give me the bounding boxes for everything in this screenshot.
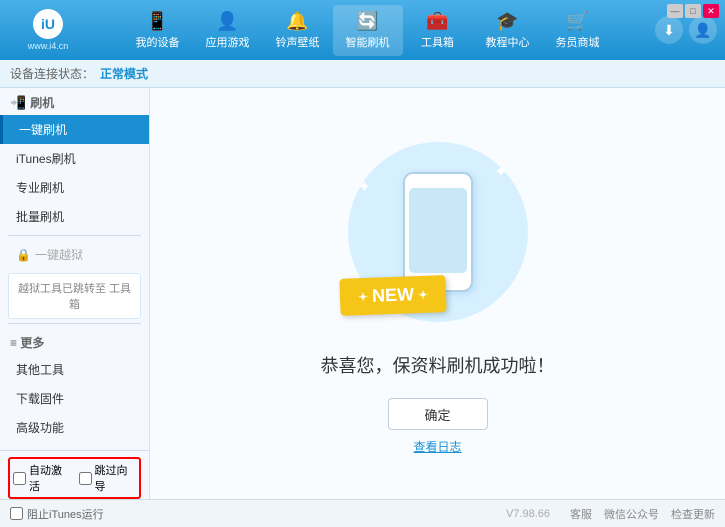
- top-navbar: iU www.i4.cn 📱 我的设备 👤 应用游戏 🔔 铃声壁纸 🔄 智能刷机 🧰 工具箱 🎓 教程…: [0, 0, 725, 60]
- footer-link[interactable]: 检查更新: [671, 506, 715, 522]
- sparkle-icon-2: ✦: [494, 162, 507, 182]
- new-badge-text: NEW: [371, 284, 414, 306]
- nav-item-service[interactable]: 🛒 务员商城: [543, 5, 613, 56]
- nav-icon-service: 🛒: [566, 11, 588, 32]
- flash-section-label: 刷机: [30, 94, 54, 111]
- success-message: 恭喜您，保资料刷机成功啦！: [321, 352, 555, 378]
- nav-items: 📱 我的设备 👤 应用游戏 🔔 铃声壁纸 🔄 智能刷机 🧰 工具箱 🎓 教程中心 🛒 务员商城: [88, 5, 647, 56]
- checkbox-row: 自动激活 跳过向导: [8, 457, 141, 499]
- badge-star-left: ✦: [357, 289, 368, 303]
- footer-links: 客服微信公众号检查更新: [570, 506, 715, 522]
- maximize-button[interactable]: □: [685, 4, 701, 18]
- nav-label-ringtones: 铃声壁纸: [276, 34, 320, 50]
- flash-icon: 📲: [10, 95, 26, 111]
- sidebar-item-download-firmware[interactable]: 下载固件: [0, 384, 149, 413]
- nav-item-my-device[interactable]: 📱 我的设备: [123, 5, 193, 56]
- main-layout: 📲 刷机 一键刷机 iTunes刷机 专业刷机 批量刷机 🔒 一键越狱 越狱工具…: [0, 88, 725, 499]
- nav-item-smart-flash[interactable]: 🔄 智能刷机: [333, 5, 403, 56]
- block-itunes-section: 阻止iTunes运行: [10, 506, 104, 522]
- more-section-header: ≡ 更多: [0, 328, 149, 355]
- sidebar-item-jailbreak-disabled: 🔒 一键越狱: [0, 240, 149, 269]
- version-label: V7.98.66: [506, 508, 550, 520]
- footer-right: V7.98.66 客服微信公众号检查更新: [506, 506, 715, 522]
- nav-label-apps-games: 应用游戏: [206, 34, 250, 50]
- badge-star-right: ✦: [417, 287, 428, 301]
- sidebar-divider-1: [8, 235, 141, 236]
- new-badge: ✦ NEW ✦: [339, 275, 446, 316]
- nav-label-toolbox: 工具箱: [421, 34, 454, 50]
- sparkle-icon-1: ✦: [358, 177, 371, 197]
- nav-label-service: 务员商城: [556, 34, 600, 50]
- block-itunes-checkbox[interactable]: [10, 507, 23, 520]
- user-icon[interactable]: 👤: [689, 16, 717, 44]
- bottom-bar: 阻止iTunes运行 V7.98.66 客服微信公众号检查更新: [0, 499, 725, 527]
- skip-guide-checkbox[interactable]: 跳过向导: [79, 462, 137, 494]
- top-right-actions: ⬇ 👤: [655, 16, 717, 44]
- status-bar: 设备连接状态： 正常模式: [0, 60, 725, 88]
- close-button[interactable]: ✕: [703, 4, 719, 18]
- nav-label-smart-flash: 智能刷机: [346, 34, 390, 50]
- sidebar-note: 越狱工具已跳转至 工具箱: [8, 273, 141, 319]
- flash-section-header: 📲 刷机: [0, 88, 149, 115]
- phone-illustration: ✦ ✦ ✦ NEW ✦: [338, 132, 538, 332]
- nav-item-ringtones[interactable]: 🔔 铃声壁纸: [263, 5, 333, 56]
- sidebar-divider-2: [8, 323, 141, 324]
- logo-area: iU www.i4.cn: [8, 9, 88, 51]
- phone-screen: [409, 188, 467, 273]
- block-itunes-label: 阻止iTunes运行: [27, 506, 104, 522]
- sidebar: 📲 刷机 一键刷机 iTunes刷机 专业刷机 批量刷机 🔒 一键越狱 越狱工具…: [0, 88, 150, 499]
- skip-guide-input[interactable]: [79, 472, 92, 485]
- nav-icon-my-device: 📱: [146, 11, 168, 32]
- sidebar-item-advanced[interactable]: 高级功能: [0, 413, 149, 442]
- sidebar-item-batch-flash[interactable]: 批量刷机: [0, 202, 149, 231]
- nav-icon-ringtones: 🔔: [286, 11, 308, 32]
- footer-link[interactable]: 客服: [570, 506, 592, 522]
- lock-icon: 🔒: [16, 248, 31, 262]
- auto-activate-checkbox[interactable]: 自动激活: [13, 462, 71, 494]
- window-controls: — □ ✕: [667, 4, 719, 18]
- more-icon: ≡: [10, 336, 17, 350]
- skip-guide-label: 跳过向导: [95, 462, 137, 494]
- content-area: ✦ ✦ ✦ NEW ✦ 恭喜您，保资料刷机成功啦！ 确定 查看日志: [150, 88, 725, 499]
- status-value: 正常模式: [100, 65, 148, 82]
- nav-item-toolbox[interactable]: 🧰 工具箱: [403, 5, 473, 56]
- logo-url: www.i4.cn: [28, 41, 69, 51]
- sidebar-item-one-key-flash[interactable]: 一键刷机: [0, 115, 149, 144]
- footer-link[interactable]: 微信公众号: [604, 506, 659, 522]
- logo-icon: iU: [33, 9, 63, 39]
- nav-item-tutorial[interactable]: 🎓 教程中心: [473, 5, 543, 56]
- minimize-button[interactable]: —: [667, 4, 683, 18]
- confirm-button[interactable]: 确定: [388, 398, 488, 430]
- auto-activate-input[interactable]: [13, 472, 26, 485]
- download-icon[interactable]: ⬇: [655, 16, 683, 44]
- nav-icon-smart-flash: 🔄: [356, 11, 378, 32]
- sidebar-item-itunes-flash[interactable]: iTunes刷机: [0, 144, 149, 173]
- nav-label-my-device: 我的设备: [136, 34, 180, 50]
- auto-activate-label: 自动激活: [29, 462, 71, 494]
- sidebar-item-other-tools[interactable]: 其他工具: [0, 355, 149, 384]
- phone-body: [403, 172, 473, 292]
- sidebar-item-pro-flash[interactable]: 专业刷机: [0, 173, 149, 202]
- nav-item-apps-games[interactable]: 👤 应用游戏: [193, 5, 263, 56]
- view-log-link[interactable]: 查看日志: [413, 438, 461, 455]
- status-prefix: 设备连接状态：: [10, 65, 94, 82]
- device-section: 自动激活 跳过向导 📱 iPhone 15 Pro Max 512GB iPho…: [0, 450, 149, 499]
- nav-label-tutorial: 教程中心: [486, 34, 530, 50]
- nav-icon-apps-games: 👤: [216, 11, 238, 32]
- nav-icon-tutorial: 🎓: [496, 11, 518, 32]
- nav-icon-toolbox: 🧰: [426, 11, 448, 32]
